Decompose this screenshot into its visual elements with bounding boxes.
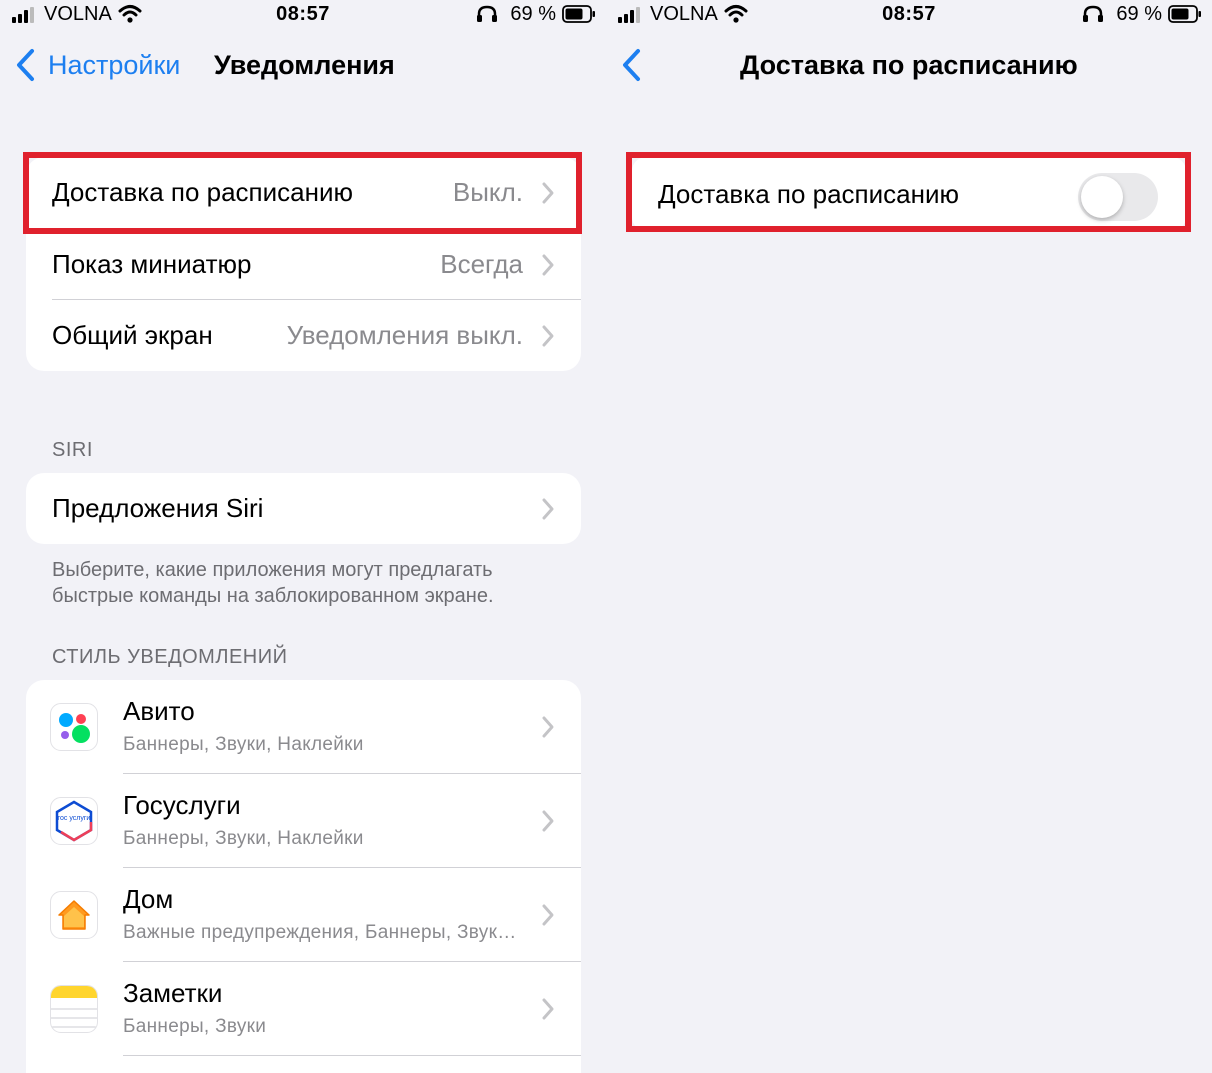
notes-icon (50, 985, 98, 1033)
chevron-left-icon[interactable] (14, 48, 36, 82)
chevron-right-icon (542, 904, 554, 926)
show-previews-row[interactable]: Показ миниатюр Всегда (26, 229, 581, 300)
row-value: Всегда (440, 249, 523, 279)
scheduled-summary-toggle-row: Доставка по расписанию (632, 157, 1186, 231)
screen-sharing-row[interactable]: Общий экран Уведомления выкл. (26, 300, 581, 371)
siri-group: Предложения Siri (26, 473, 581, 544)
app-row-home[interactable]: Дом Важные предупреждения, Баннеры, Звук… (26, 868, 581, 962)
app-detail: Баннеры, Звуки, Наклейки (123, 734, 364, 755)
toggle-knob (1081, 176, 1123, 218)
app-name: Авито (123, 696, 195, 726)
siri-suggestions-row[interactable]: Предложения Siri (26, 473, 581, 544)
chevron-right-icon (542, 998, 554, 1020)
battery-percentage: 69 % (510, 3, 556, 25)
notification-options-group: Доставка по расписанию Выкл. Показ миниа… (26, 157, 581, 371)
app-name: Госуслуги (123, 790, 241, 820)
chevron-right-icon (542, 182, 554, 204)
back-button[interactable]: Настройки (48, 50, 180, 81)
page-title: Уведомления (214, 50, 395, 80)
page-title: Доставка по расписанию (740, 50, 1078, 80)
scheduled-summary-screen: VOLNA 08:57 69 % Доставка по расписанию … (606, 0, 1212, 1073)
avito-icon (50, 703, 98, 751)
headphones-icon (1083, 5, 1103, 22)
headphones-icon (477, 5, 497, 22)
notifications-screen: VOLNA 08:57 69 % Настройки Уведомления Д… (0, 0, 606, 1073)
navigation-bar: Доставка по расписанию (606, 38, 1212, 94)
home-icon (50, 891, 98, 939)
notification-style-header: СТИЛЬ УВЕДОМЛЕНИЙ (52, 646, 288, 668)
scheduled-summary-row[interactable]: Доставка по расписанию Выкл. (26, 157, 581, 228)
app-detail: Баннеры, Звуки (123, 1016, 267, 1037)
chevron-right-icon (542, 254, 554, 276)
row-label: Доставка по расписанию (658, 179, 960, 209)
app-row-avito[interactable]: Авито Баннеры, Звуки, Наклейки (26, 680, 581, 774)
app-name: Дом (123, 884, 174, 914)
row-value: Уведомления выкл. (286, 320, 523, 350)
row-value: Выкл. (452, 177, 523, 207)
scheduled-summary-toggle[interactable] (1078, 173, 1158, 221)
row-label: Показ миниатюр (52, 249, 252, 279)
chevron-right-icon (542, 716, 554, 738)
battery-icon (562, 5, 595, 23)
battery-percentage: 69 % (1116, 3, 1162, 25)
row-label: Общий экран (52, 320, 213, 350)
siri-section-header: SIRI (52, 439, 93, 461)
navigation-bar: Настройки Уведомления (0, 38, 606, 94)
row-label: Доставка по расписанию (52, 177, 354, 207)
chevron-right-icon (542, 498, 554, 520)
app-row-gosuslugi[interactable]: гос услуги Госуслуги Баннеры, Звуки, Нак… (26, 774, 581, 868)
siri-footer-text: Выберите, какие приложения могут предлаг… (52, 559, 494, 607)
app-name: Заметки (123, 978, 223, 1008)
chevron-left-icon[interactable] (620, 48, 642, 82)
gosuslugi-icon: гос услуги (50, 797, 98, 845)
app-detail: Баннеры, Звуки, Наклейки (123, 828, 364, 849)
app-row-notes[interactable]: Заметки Баннеры, Звуки (26, 962, 581, 1056)
status-bar: VOLNA 08:57 69 % (606, 0, 1212, 30)
gosuslugi-logo-text: гос услуги (58, 815, 91, 822)
status-bar: VOLNA 08:57 69 % (0, 0, 606, 30)
apps-group: Авито Баннеры, Звуки, Наклейки гос услуг… (26, 680, 581, 1073)
row-label: Предложения Siri (52, 493, 264, 523)
divider (123, 1055, 581, 1056)
app-detail: Важные предупреждения, Баннеры, Звуки, Н… (123, 922, 523, 943)
scheduled-summary-group: Доставка по расписанию (632, 157, 1186, 231)
chevron-right-icon (542, 810, 554, 832)
chevron-right-icon (542, 325, 554, 347)
battery-icon (1168, 5, 1201, 23)
